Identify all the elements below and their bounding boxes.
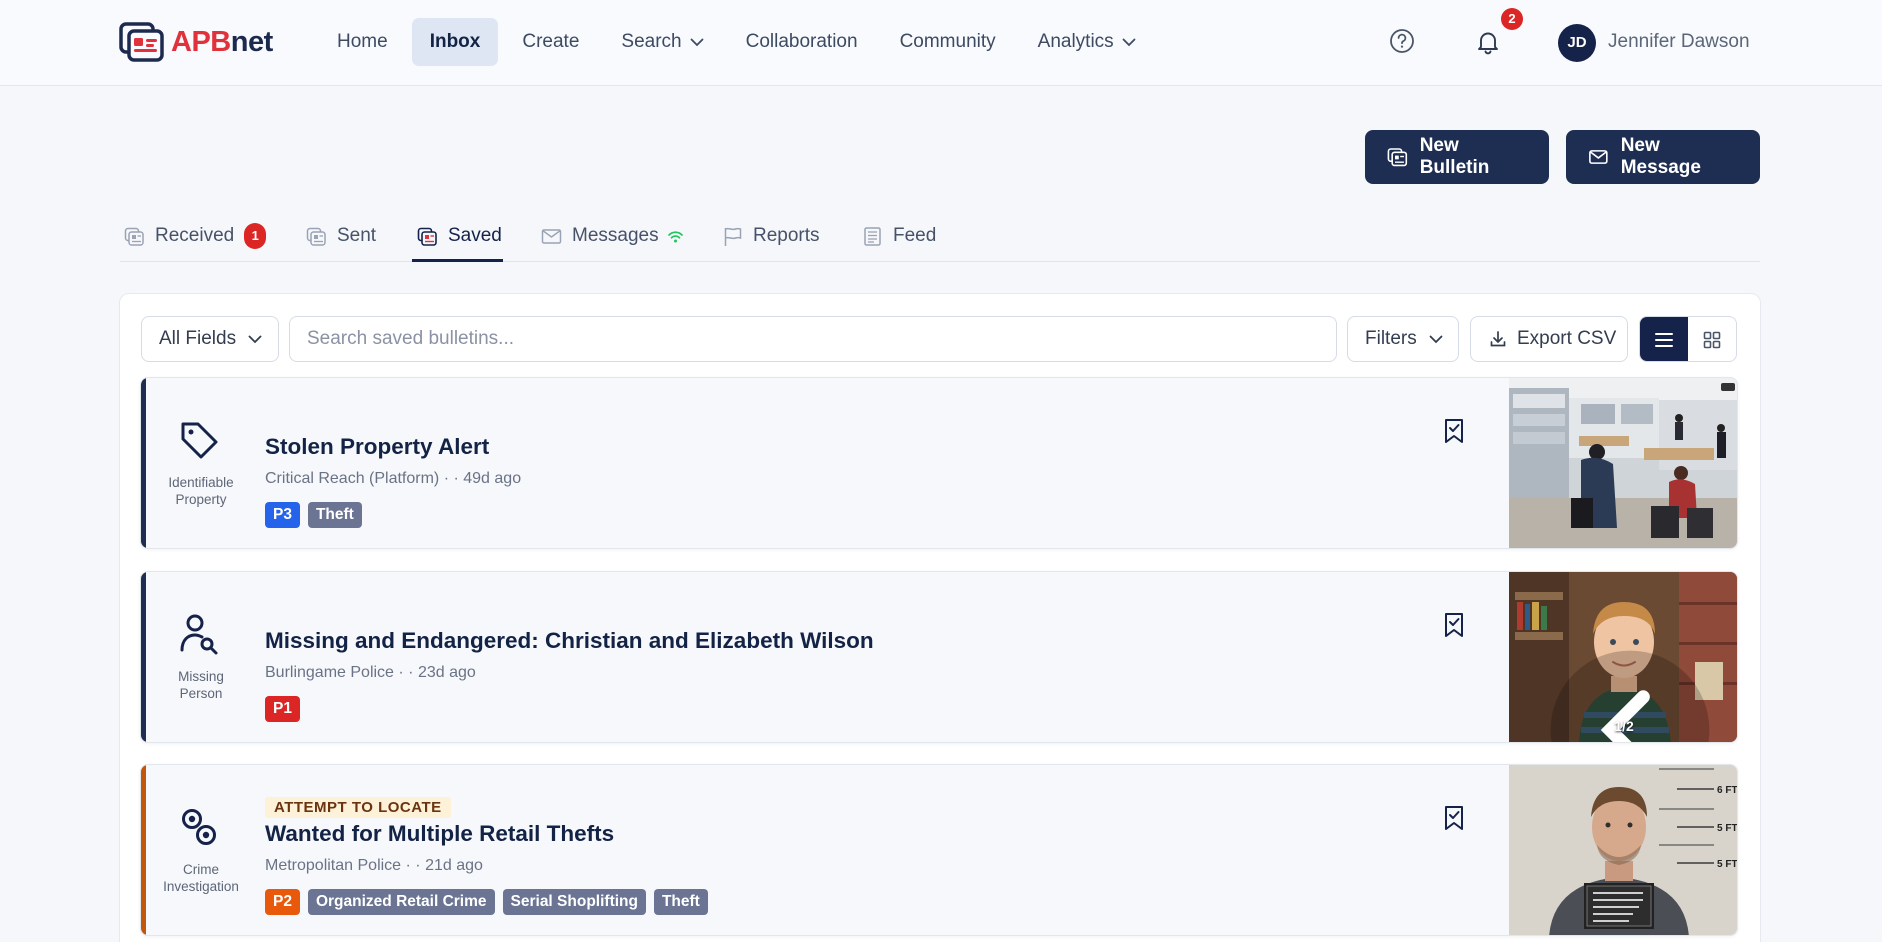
bulletin-card[interactable]: Crime Investigation ATTEMPT TO LOCATE Wan… bbox=[140, 764, 1738, 936]
search-input[interactable] bbox=[289, 316, 1337, 362]
bulletin-title[interactable]: Wanted for Multiple Retail Thefts bbox=[265, 821, 614, 847]
bulletin-icon bbox=[306, 227, 326, 246]
chevron-down-icon bbox=[690, 38, 703, 46]
bulletin-icon bbox=[124, 227, 144, 246]
bulletin-icon bbox=[1387, 148, 1408, 167]
priority-badge: P2 bbox=[265, 889, 300, 915]
tag-list: P2 Organized Retail Crime Serial Shoplif… bbox=[265, 889, 708, 915]
received-count-badge: 1 bbox=[244, 223, 267, 249]
new-bulletin-button[interactable]: New Bulletin bbox=[1365, 130, 1549, 184]
grid-icon bbox=[1703, 331, 1721, 349]
chevron-down-icon bbox=[248, 335, 262, 343]
help-icon[interactable] bbox=[1389, 28, 1415, 54]
chevron-down-icon bbox=[1429, 335, 1443, 343]
tag-list: P1 bbox=[265, 696, 300, 722]
priority-badge: P1 bbox=[265, 696, 300, 722]
bookmark-saved-icon[interactable] bbox=[1443, 805, 1465, 831]
category-label: Crime Investigation bbox=[163, 862, 239, 894]
envelope-icon bbox=[1589, 150, 1608, 164]
tag-chip: Theft bbox=[653, 889, 708, 915]
bookmark-saved-icon[interactable] bbox=[1443, 612, 1465, 638]
nav-home[interactable]: Home bbox=[319, 18, 406, 66]
card-accent-bar bbox=[141, 765, 146, 935]
bulletin-meta: Metropolitan Police · · 21d ago bbox=[265, 857, 483, 874]
bulletin-meta: Critical Reach (Platform) · · 49d ago bbox=[265, 470, 522, 487]
bulletin-title[interactable]: Stolen Property Alert bbox=[265, 434, 489, 460]
field-select[interactable]: All Fields bbox=[141, 316, 279, 362]
bulletin-meta: Burlingame Police · · 23d ago bbox=[265, 664, 476, 681]
tag-chip: Serial Shoplifting bbox=[502, 889, 646, 915]
bulletin-image[interactable] bbox=[1509, 378, 1737, 548]
list-icon bbox=[1655, 333, 1673, 347]
logo-wordmark: APBnet bbox=[171, 25, 273, 58]
chevron-down-icon bbox=[1122, 38, 1136, 46]
height-mark: 6 FT bbox=[1717, 785, 1738, 796]
new-message-button[interactable]: New Message bbox=[1566, 130, 1760, 184]
nav-collaboration[interactable]: Collaboration bbox=[728, 18, 876, 66]
app-logo[interactable]: APBnet bbox=[119, 20, 273, 64]
avatar[interactable]: JD bbox=[1558, 24, 1596, 62]
card-accent-bar bbox=[141, 572, 146, 742]
card-accent-bar bbox=[141, 378, 146, 548]
tag-list: P3 Theft bbox=[265, 502, 362, 528]
bulletin-title[interactable]: Missing and Endangered: Christian and El… bbox=[265, 628, 874, 654]
category-label: Missing Person bbox=[178, 669, 224, 701]
top-navigation-bar: APBnet Home Inbox Create Search Collabor… bbox=[0, 0, 1882, 86]
grid-view-button[interactable] bbox=[1688, 317, 1736, 361]
tab-reports[interactable]: Reports bbox=[722, 210, 820, 262]
nav-search[interactable]: Search bbox=[603, 18, 721, 66]
flag-icon bbox=[724, 227, 742, 246]
filters-button[interactable]: Filters bbox=[1347, 316, 1459, 362]
newspaper-icon bbox=[864, 226, 881, 246]
tab-sent[interactable]: Sent bbox=[306, 210, 376, 262]
logo-mark-icon bbox=[119, 21, 165, 63]
nav-analytics[interactable]: Analytics bbox=[1020, 18, 1154, 66]
bulletin-icon bbox=[417, 227, 437, 246]
image-counter: 1/2 bbox=[1614, 718, 1634, 734]
person-search-icon bbox=[180, 614, 218, 655]
nav-community[interactable]: Community bbox=[882, 18, 1014, 66]
category-label: Identifiable Property bbox=[168, 475, 234, 507]
priority-badge: P3 bbox=[265, 502, 300, 528]
tab-feed[interactable]: Feed bbox=[862, 210, 936, 262]
bookmark-saved-icon[interactable] bbox=[1443, 418, 1465, 444]
bulletin-image[interactable]: 1/2 bbox=[1509, 572, 1737, 742]
tab-received[interactable]: Received 1 bbox=[124, 210, 267, 262]
live-signal-icon bbox=[667, 230, 683, 242]
nav-inbox[interactable]: Inbox bbox=[411, 18, 499, 66]
tab-messages[interactable]: Messages bbox=[541, 210, 684, 262]
status-badge: ATTEMPT TO LOCATE bbox=[265, 797, 451, 818]
active-tab-indicator bbox=[412, 259, 503, 262]
download-icon bbox=[1490, 331, 1506, 347]
export-csv-button[interactable]: Export CSV bbox=[1470, 316, 1628, 362]
height-mark: 5 FT bbox=[1717, 859, 1738, 870]
notification-count-badge: 2 bbox=[1501, 8, 1523, 30]
tab-saved[interactable]: Saved bbox=[417, 210, 502, 262]
mugshot-photo: 6 FT 5 FT 6 5 FT bbox=[1509, 765, 1738, 935]
view-toggle bbox=[1639, 316, 1737, 362]
list-view-button[interactable] bbox=[1640, 317, 1688, 361]
bulletin-image[interactable]: 6 FT 5 FT 6 5 FT bbox=[1509, 765, 1738, 935]
tag-chip: Organized Retail Crime bbox=[307, 889, 495, 915]
investigation-rings-icon bbox=[182, 809, 216, 845]
user-name[interactable]: Jennifer Dawson bbox=[1608, 31, 1750, 53]
main-nav: Home Inbox Create Search Collaboration C… bbox=[319, 18, 1154, 66]
nav-create[interactable]: Create bbox=[504, 18, 597, 66]
height-mark: 5 FT 6 bbox=[1717, 823, 1738, 834]
envelope-icon bbox=[541, 228, 562, 244]
bulletin-card[interactable]: Identifiable Property Stolen Property Ale… bbox=[140, 377, 1738, 549]
tag-icon bbox=[181, 422, 218, 459]
tag-chip: Theft bbox=[307, 502, 362, 528]
notification-bell-icon[interactable] bbox=[1474, 28, 1502, 56]
store-surveillance-photo bbox=[1509, 378, 1737, 548]
bulletin-card[interactable]: Missing Person Missing and Endangered: Ch… bbox=[140, 571, 1738, 743]
inbox-tabs: Received 1 Sent Saved Messages Reports F… bbox=[120, 210, 1760, 262]
